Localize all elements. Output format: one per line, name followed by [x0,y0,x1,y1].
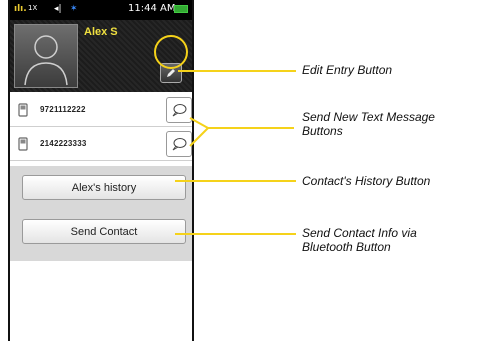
contact-name: Alex S [84,26,118,38]
vibrate-icon: ◂| [54,4,62,14]
actions-area: Alex's history Send Contact [10,166,192,261]
phone-number-row[interactable]: 2142223333 [10,128,192,161]
contact-photo[interactable] [14,24,78,88]
signal-icon: ılı. [14,4,27,14]
avatar-silhouette-icon [24,35,68,86]
speech-bubble-icon [172,104,187,117]
callout-history: Contact's History Button [302,174,431,188]
callout-send-info: Send Contact Info via Bluetooth Button [302,226,417,254]
callout-line-text [189,117,294,147]
status-bar: ılı. 1X ◂| ✶ 11:44 AM [10,0,192,20]
phone-screen: ılı. 1X ◂| ✶ 11:44 AM Alex S 9721112222 [8,0,194,341]
mobile-phone-icon [18,137,28,151]
phone-number: 2142223333 [40,139,87,148]
clock-time: 11:44 AM [128,3,176,14]
battery-icon [174,5,188,13]
callout-line-send-contact [175,233,296,235]
edit-button-highlight [154,35,188,69]
phone-number-row[interactable]: 9721112222 [10,94,192,127]
speech-bubble-icon [172,138,187,151]
callout-line-edit [178,70,296,72]
contact-history-button[interactable]: Alex's history [22,175,186,200]
mobile-phone-icon [18,103,28,117]
send-contact-button[interactable]: Send Contact [22,219,186,244]
callout-send-text: Send New Text Message Buttons [302,110,435,138]
callout-line-history [175,180,296,182]
callout-edit-entry: Edit Entry Button [302,63,393,77]
network-indicator: 1X [28,4,38,12]
bluetooth-icon: ✶ [70,4,78,14]
phone-number: 9721112222 [40,105,86,114]
